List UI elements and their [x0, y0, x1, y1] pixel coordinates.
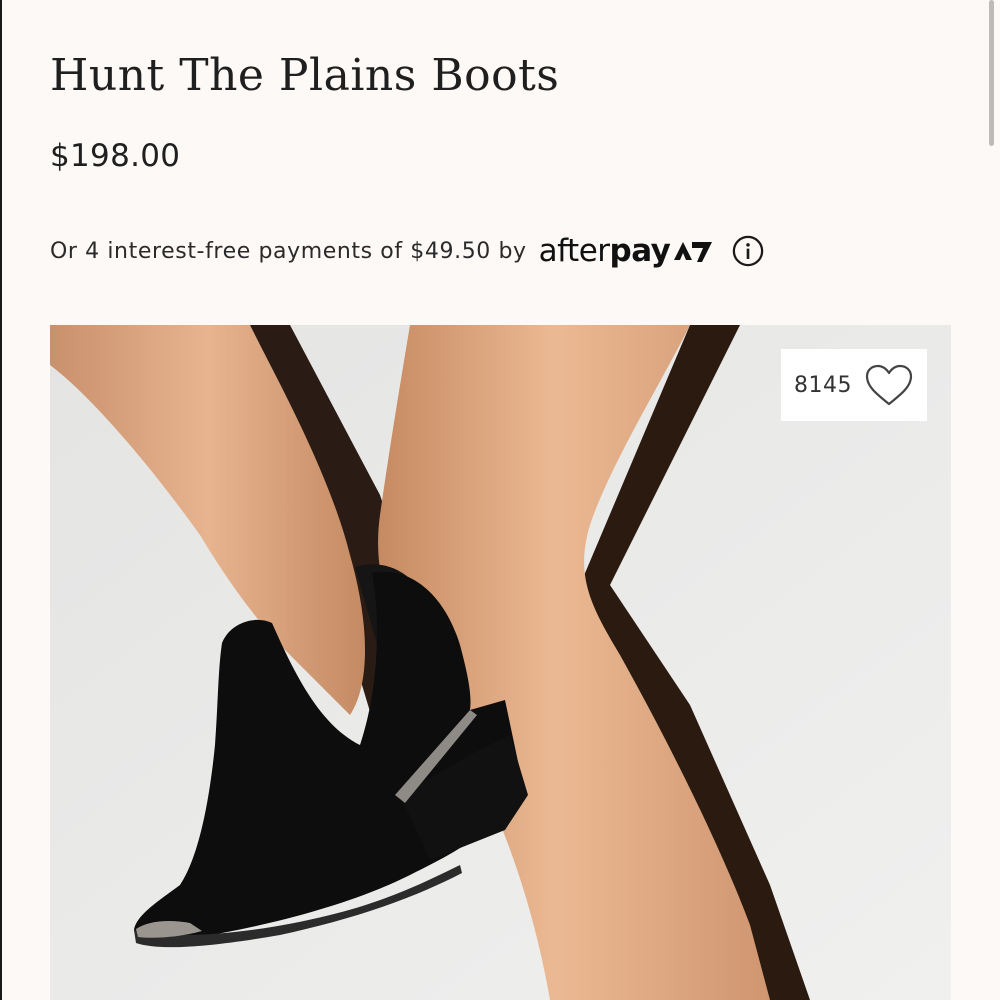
- afterpay-logo-pay: pay: [609, 233, 671, 269]
- afterpay-logo: after pay: [539, 233, 715, 269]
- afterpay-logo-after: after: [538, 233, 610, 269]
- window-edge: [0, 0, 2, 1000]
- afterpay-text: Or 4 interest-free payments of $49.50 by: [50, 238, 527, 264]
- favorite-button[interactable]: 8145: [781, 349, 927, 421]
- scrollbar[interactable]: [989, 0, 994, 146]
- product-price: $198.00: [50, 138, 181, 174]
- favorite-count: 8145: [794, 372, 852, 398]
- info-icon[interactable]: [732, 235, 764, 267]
- afterpay-arrows-icon: [674, 242, 713, 262]
- afterpay-installments: Or 4 interest-free payments of $49.50 by…: [50, 228, 764, 274]
- product-title: Hunt The Plains Boots: [50, 50, 560, 101]
- heart-outline-icon: [865, 364, 913, 406]
- product-image[interactable]: [50, 325, 951, 1000]
